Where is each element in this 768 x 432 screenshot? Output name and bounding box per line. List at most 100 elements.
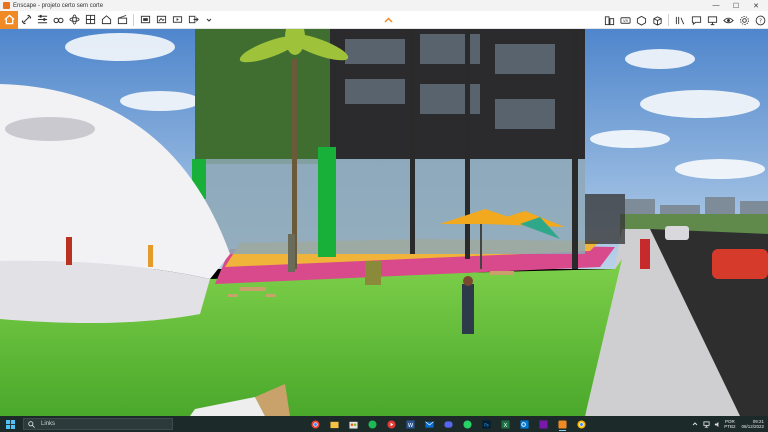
toolbar-separator xyxy=(133,13,134,26)
enscape-icon xyxy=(558,419,567,429)
photoshop-icon: Ps xyxy=(482,419,491,429)
scene-render xyxy=(0,29,768,416)
discord-icon xyxy=(444,420,453,428)
green-panel-right xyxy=(318,147,336,257)
panorama-button[interactable] xyxy=(153,11,169,29)
tray-volume-button[interactable] xyxy=(713,416,721,432)
link-button[interactable] xyxy=(18,11,34,29)
building-button[interactable] xyxy=(601,11,617,29)
settings-button[interactable] xyxy=(736,11,752,29)
home-button[interactable] xyxy=(0,10,18,29)
render-viewport[interactable] xyxy=(0,29,768,416)
export-dropdown-button[interactable] xyxy=(201,11,217,29)
screenshot-icon xyxy=(140,15,150,24)
title-bar: Enscape - projeto certo sem corte — ☐ ✕ xyxy=(0,0,768,11)
pergola xyxy=(585,194,625,244)
settings-sliders-button[interactable] xyxy=(34,11,50,29)
network-icon xyxy=(703,420,710,428)
system-tray: POR PTB2 09:21 08/12/2022 xyxy=(691,416,764,432)
grid-icon xyxy=(85,14,95,25)
taskbar-app-explorer[interactable] xyxy=(327,416,342,432)
keyboard-language-indicator[interactable]: POR PTB2 xyxy=(724,419,735,429)
window-title: Enscape - projeto certo sem corte xyxy=(13,2,104,9)
glass-ground-floor xyxy=(205,159,585,254)
taskbar-app-cast[interactable] xyxy=(384,416,399,432)
building-icon xyxy=(604,15,614,25)
video-export-button[interactable] xyxy=(169,11,185,29)
keyboard-layout: PTB2 xyxy=(724,424,736,429)
svg-text:VR: VR xyxy=(622,19,628,23)
feedback-button[interactable] xyxy=(688,11,704,29)
excel-icon: X xyxy=(501,419,510,428)
binoculars-icon xyxy=(53,17,63,24)
taskbar-app-excel[interactable]: X xyxy=(498,416,513,432)
mail-icon xyxy=(425,421,434,428)
asset-library-button[interactable] xyxy=(633,11,649,29)
right-toolbar: VR ? xyxy=(601,11,768,29)
help-icon: ? xyxy=(755,15,765,25)
clock[interactable]: 09:21 08/12/2022 xyxy=(741,419,764,429)
svg-text:X: X xyxy=(504,422,508,428)
chrome-alt-icon xyxy=(577,419,586,429)
store-icon xyxy=(349,421,358,429)
taskbar-app-chrome-2[interactable] xyxy=(574,416,589,432)
eye-icon xyxy=(722,17,734,23)
views-button[interactable] xyxy=(98,11,114,29)
monitor-icon xyxy=(707,15,717,25)
cast-icon xyxy=(387,419,396,429)
chevron-up-icon xyxy=(383,17,393,23)
help-button[interactable]: ? xyxy=(752,11,768,29)
windows-taskbar: Links W Ps X POR PTB2 09:21 08/12/2022 xyxy=(0,416,768,432)
chrome-icon xyxy=(311,419,320,429)
monitor-button[interactable] xyxy=(704,11,720,29)
maximize-button[interactable]: ☐ xyxy=(726,0,746,11)
outlook-icon xyxy=(520,419,529,429)
windows-logo-icon xyxy=(5,419,15,429)
video-editor-button[interactable] xyxy=(114,11,130,29)
tray-network-button[interactable] xyxy=(702,416,710,432)
library-button[interactable] xyxy=(672,11,688,29)
volume-icon xyxy=(714,421,719,427)
taskbar-app-photoshop[interactable]: Ps xyxy=(479,416,494,432)
taskbar-app-chrome[interactable] xyxy=(308,416,323,432)
taskbar-app-onenote[interactable] xyxy=(536,416,551,432)
close-button[interactable]: ✕ xyxy=(746,0,766,11)
svg-text:Ps: Ps xyxy=(484,422,488,427)
minimize-button[interactable]: — xyxy=(706,0,726,11)
home-icon xyxy=(3,14,15,25)
feedback-icon xyxy=(691,15,701,25)
house-icon xyxy=(101,15,111,25)
taskbar-app-spotify[interactable] xyxy=(365,416,380,432)
taskbar-app-word[interactable]: W xyxy=(403,416,418,432)
tray-chevron-button[interactable] xyxy=(691,416,699,432)
settings-icon xyxy=(739,15,749,25)
collapse-toolbar-button[interactable] xyxy=(383,15,393,25)
cube-button[interactable] xyxy=(649,11,665,29)
export-button[interactable] xyxy=(185,11,201,29)
cube-icon xyxy=(652,15,662,26)
visibility-button[interactable] xyxy=(720,11,736,29)
asset-icon xyxy=(636,15,646,26)
screenshot-button[interactable] xyxy=(137,11,153,29)
taskbar-app-outlook[interactable] xyxy=(517,416,532,432)
taskbar-app-store[interactable] xyxy=(346,416,361,432)
window-controls: — ☐ ✕ xyxy=(706,0,766,11)
svg-text:?: ? xyxy=(759,18,762,24)
link-icon xyxy=(21,14,31,25)
start-button[interactable] xyxy=(0,416,20,432)
taskbar-app-discord[interactable] xyxy=(441,416,456,432)
grid-button[interactable] xyxy=(82,11,98,29)
chevron-up-icon xyxy=(692,422,698,426)
search-icon xyxy=(28,420,35,428)
taskbar-app-enscape[interactable] xyxy=(555,416,570,432)
atmosphere-button[interactable] xyxy=(66,11,82,29)
taskbar-app-whatsapp[interactable] xyxy=(460,416,475,432)
library-icon xyxy=(675,16,684,24)
atom-icon xyxy=(68,14,80,25)
word-icon: W xyxy=(406,419,415,428)
taskbar-search-field[interactable]: Links xyxy=(23,418,173,430)
walk-mode-button[interactable] xyxy=(50,11,66,29)
taskbar-app-mail[interactable] xyxy=(422,416,437,432)
sliders-icon xyxy=(37,14,47,24)
vr-button[interactable]: VR xyxy=(617,11,633,29)
